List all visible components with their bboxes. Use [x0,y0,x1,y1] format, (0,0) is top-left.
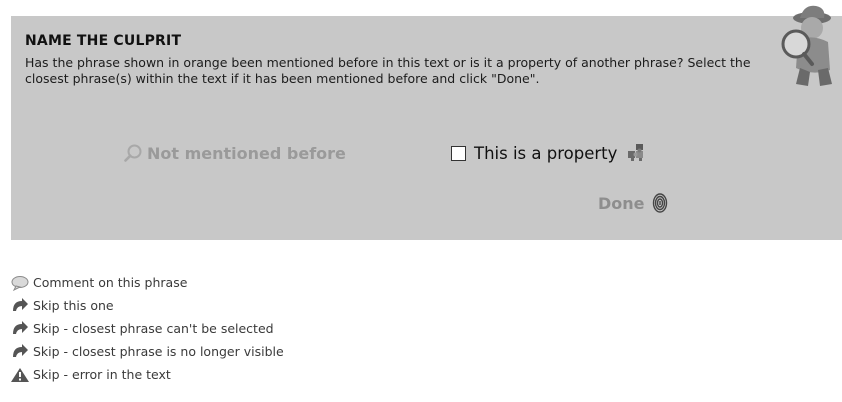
skip-error-label: Skip - error in the text [33,367,171,382]
fingerprint-icon [652,193,667,213]
panel-title: NAME THE CULPRIT [25,33,182,49]
detective-mascot-icon [781,5,832,86]
skip-not-visible-label: Skip - closest phrase is no longer visib… [33,344,284,359]
comment-link-label: Comment on this phrase [33,275,188,290]
skip-cant-select-link[interactable]: Skip - closest phrase can't be selected [10,317,284,340]
not-mentioned-label: Not mentioned before [147,143,346,163]
skip-arrow-icon [13,320,28,334]
comment-link[interactable]: Comment on this phrase [10,271,284,294]
skip-not-visible-link[interactable]: Skip - closest phrase is no longer visib… [10,340,284,363]
skip-arrow-icon [13,297,28,311]
puzzle-icon [628,144,644,161]
skip-link-label: Skip this one [33,298,114,313]
skip-cant-select-label: Skip - closest phrase can't be selected [33,321,274,336]
skip-link[interactable]: Skip this one [10,294,284,317]
property-checkbox[interactable] [451,145,466,161]
culprit-panel: NAME THE CULPRIT Has the phrase shown in… [11,5,842,240]
skip-error-link[interactable]: Skip - error in the text [10,363,284,386]
action-links: Comment on this phrase Skip this one Ski… [10,271,284,386]
done-label: Done [598,193,645,213]
warning-icon [11,367,29,382]
not-mentioned-button[interactable]: Not mentioned before [123,143,346,163]
speech-bubble-icon [11,275,29,291]
skip-arrow-icon [13,343,28,357]
magnifier-icon [124,144,142,162]
done-button[interactable]: Done [598,193,668,213]
property-checkbox-control[interactable]: This is a property [451,143,647,163]
panel-description: Has the phrase shown in orange been ment… [25,55,751,86]
property-label: This is a property [474,143,618,163]
